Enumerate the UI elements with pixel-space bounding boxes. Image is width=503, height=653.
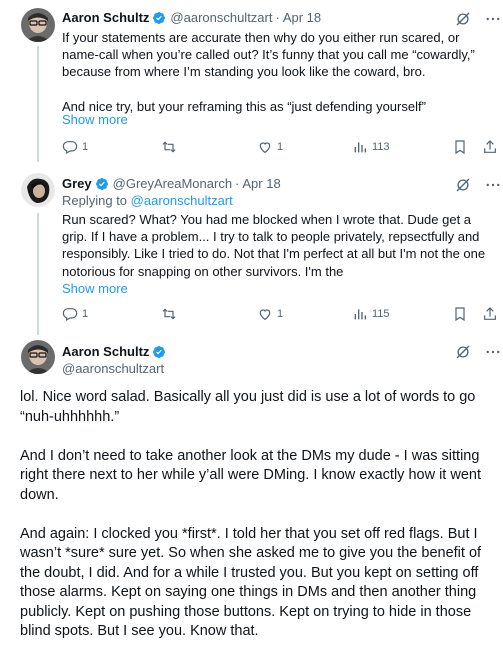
reply-button[interactable]: 1 [62, 139, 88, 155]
retweet-icon [162, 141, 176, 153]
grok-icon[interactable] [454, 176, 472, 194]
bookmark-icon[interactable] [452, 139, 468, 155]
tweet-paragraph: And I don’t need to take another look at… [20, 447, 481, 503]
reply-count: 1 [82, 141, 89, 153]
tweet-1[interactable]: Aaron Schultz @aaronschultzart · Apr 18 … [0, 0, 503, 162]
display-name[interactable]: Aaron Schultz [62, 343, 149, 360]
verified-badge-icon [153, 11, 166, 24]
show-more-link[interactable]: Show more [62, 281, 128, 296]
timestamp[interactable]: Apr 18 [242, 176, 280, 191]
tweet-paragraph: And again: I clocked you *first*. I told… [20, 525, 482, 640]
verified-badge-icon [153, 345, 166, 358]
tweet-header: Grey @GreyAreaMonarch · Apr 18 [62, 176, 281, 191]
tweet-paragraph: lol. Nice word salad. Basically all you … [20, 389, 476, 425]
header-actions [454, 343, 502, 361]
share-icon[interactable] [482, 306, 498, 322]
tweet-paragraph: Run scared? What? You had me blocked whe… [62, 212, 486, 279]
thread-line [37, 46, 39, 162]
display-name[interactable]: Grey [62, 176, 92, 191]
tweet-2[interactable]: Grey @GreyAreaMonarch · Apr 18 Replying … [0, 163, 503, 335]
heart-icon [259, 142, 271, 154]
replying-to-label: Replying to [62, 193, 128, 208]
grok-icon[interactable] [454, 343, 472, 361]
handle[interactable]: @aaronschultzart [62, 360, 170, 377]
bookmark-icon[interactable] [452, 306, 468, 322]
tweet-actions-right [452, 139, 498, 155]
header-actions [454, 176, 502, 194]
heart-icon [259, 309, 271, 321]
tweet-text: lol. Nice word salad. Basically all you … [20, 388, 490, 653]
separator-dot: · [275, 10, 280, 25]
show-more-link[interactable]: Show more [62, 112, 128, 127]
retweet-icon [162, 308, 176, 320]
tweet-text: If your statements are accurate then why… [62, 29, 492, 115]
retweet-button[interactable] [161, 306, 177, 322]
timestamp[interactable]: Apr 18 [283, 10, 321, 25]
handle[interactable]: @GreyAreaMonarch [113, 176, 232, 191]
avatar[interactable] [21, 173, 55, 207]
avatar[interactable] [21, 340, 55, 374]
main-tweet: Aaron Schultz @aaronschultzart lol. Nice… [0, 333, 503, 653]
like-button[interactable]: 1 [257, 306, 283, 322]
grok-icon[interactable] [454, 10, 472, 28]
more-icon[interactable] [484, 176, 502, 194]
like-count: 1 [277, 141, 284, 153]
more-icon[interactable] [484, 10, 502, 28]
handle[interactable]: @aaronschultzart [170, 10, 272, 25]
views-icon [354, 309, 366, 320]
reply-count: 1 [82, 308, 89, 320]
thread-line [37, 213, 39, 335]
reply-icon [62, 141, 78, 155]
like-button[interactable]: 1 [257, 139, 283, 155]
like-count: 1 [277, 308, 284, 320]
views-button[interactable]: 113 [352, 139, 390, 155]
views-icon [354, 142, 366, 153]
header-actions [454, 10, 502, 28]
verified-badge-icon [95, 177, 108, 190]
separator-dot: · [235, 176, 240, 191]
main-author: Aaron Schultz @aaronschultzart [62, 343, 170, 377]
reply-button[interactable]: 1 [62, 306, 88, 322]
tweet-text: Run scared? What? You had me blocked whe… [62, 211, 492, 280]
share-icon[interactable] [482, 139, 498, 155]
tweet-actions-right [452, 306, 498, 322]
view-count: 113 [372, 141, 390, 153]
replying-to-handle-link[interactable]: @aaronschultzart [131, 193, 233, 208]
reply-icon [62, 308, 78, 322]
retweet-button[interactable] [161, 139, 177, 155]
tweet-paragraph: If your statements are accurate then why… [62, 30, 475, 80]
tweet-actions: 1 1 113 [62, 139, 496, 159]
display-name[interactable]: Aaron Schultz [62, 10, 149, 25]
views-button[interactable]: 115 [352, 306, 390, 322]
more-icon[interactable] [484, 343, 502, 361]
tweet-actions: 1 1 115 [62, 306, 496, 326]
replying-to: Replying to @aaronschultzart [62, 193, 233, 208]
view-count: 115 [372, 308, 390, 320]
avatar[interactable] [21, 8, 55, 42]
tweet-header: Aaron Schultz @aaronschultzart · Apr 18 [62, 10, 321, 25]
